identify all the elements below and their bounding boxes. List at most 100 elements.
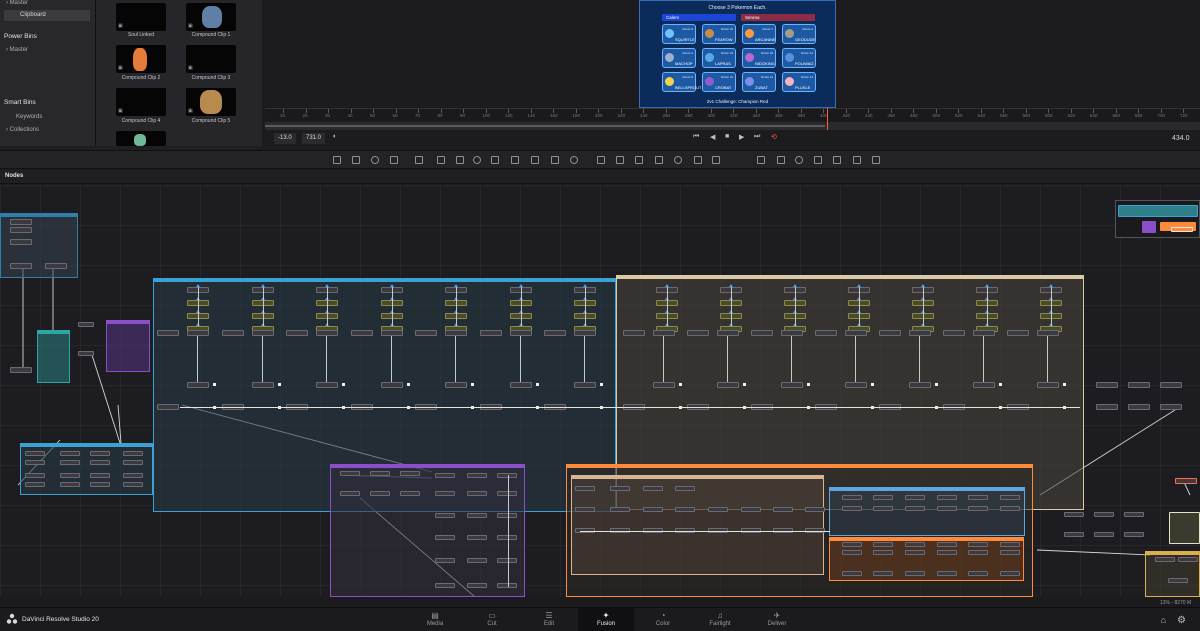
tool-node[interactable] (78, 351, 94, 356)
tool-node[interactable] (25, 482, 45, 487)
node-group-titlebar[interactable] (830, 537, 1023, 541)
paint-node[interactable] (1000, 542, 1020, 547)
paint-node[interactable] (968, 542, 988, 547)
text-node[interactable] (675, 507, 695, 512)
paint-node[interactable] (873, 495, 893, 500)
page-tab-edit[interactable]: ☰ Edit (521, 608, 577, 631)
pokemon-card[interactable]: MACHOP Route 4 (662, 48, 696, 68)
paint-node[interactable] (905, 542, 925, 547)
node-group-titlebar[interactable] (154, 278, 615, 282)
node-group-titlebar[interactable] (567, 464, 1032, 468)
merge-node[interactable] (781, 330, 803, 336)
skip-start-button[interactable]: ⏮ (693, 133, 699, 141)
pokemon-card[interactable]: ARCANINE Route 7 (742, 24, 776, 44)
merge-node[interactable] (717, 330, 739, 336)
merge-node[interactable] (845, 330, 867, 336)
sidebar-item-master[interactable]: › Master (6, 0, 28, 6)
timeline-scrubber[interactable] (265, 122, 1200, 130)
text-node[interactable] (435, 583, 455, 588)
color-node[interactable] (1000, 506, 1020, 511)
color-node[interactable] (968, 550, 988, 555)
merge-node[interactable] (937, 571, 957, 576)
tool-icon[interactable] (415, 156, 423, 164)
pokemon-card[interactable]: SQUIRTLE Route 3 (662, 24, 696, 44)
merge-node[interactable] (251, 330, 274, 336)
merge-node[interactable] (1124, 532, 1144, 537)
text-node[interactable] (400, 491, 420, 496)
merge-node[interactable] (1128, 382, 1150, 388)
merge-node[interactable] (574, 382, 596, 388)
pokemon-card[interactable]: BELLSPROUT Route 6 (662, 72, 701, 92)
merge-node[interactable] (968, 571, 988, 576)
pokemon-card[interactable]: NIDOKING Route 18 (742, 48, 776, 68)
clip-thumbnail[interactable]: ▣ (116, 3, 166, 31)
merge-node[interactable] (943, 330, 965, 336)
merge-node[interactable] (1094, 512, 1114, 517)
background-node[interactable] (675, 486, 695, 491)
text-node[interactable] (435, 491, 455, 496)
clip-thumbnail[interactable]: ▣ (186, 88, 236, 116)
pokemon-card[interactable]: CROBAT Route 10 (702, 72, 736, 92)
page-tab-cut[interactable]: ▭ Cut (464, 608, 520, 631)
merge-node[interactable] (316, 382, 338, 388)
pokemon-card[interactable]: ZUBAT Route 11 (742, 72, 776, 92)
text-node[interactable] (610, 507, 630, 512)
text-node[interactable] (467, 513, 487, 518)
merge-node[interactable] (1160, 382, 1182, 388)
text-node[interactable] (340, 471, 360, 476)
tool-icon[interactable] (511, 156, 519, 164)
step-back-button[interactable]: ◀ (710, 133, 715, 141)
merge-node[interactable] (905, 571, 925, 576)
tool-icon[interactable] (390, 156, 398, 164)
node-group[interactable] (37, 330, 70, 383)
node-group-titlebar[interactable] (107, 320, 149, 324)
tool-icon[interactable] (570, 156, 578, 164)
clip-thumbnail[interactable] (116, 131, 166, 146)
current-time-field[interactable]: 434.0 (1168, 133, 1194, 144)
tool-node[interactable] (10, 239, 32, 245)
node-group-titlebar[interactable] (1, 213, 77, 217)
pokemon-card[interactable]: PLUSLE Route 14 (782, 72, 816, 92)
color-node[interactable] (873, 550, 893, 555)
tool-node[interactable] (25, 451, 45, 456)
text-node[interactable] (497, 513, 517, 518)
tool-node[interactable] (60, 451, 80, 456)
merge-node[interactable] (286, 330, 308, 336)
merge-node[interactable] (1007, 330, 1029, 336)
merge-node[interactable] (316, 330, 338, 336)
playhead[interactable] (827, 108, 828, 130)
color-node[interactable] (937, 550, 957, 555)
color-node[interactable] (842, 550, 862, 555)
node-group-titlebar[interactable] (572, 475, 823, 479)
tool-icon[interactable] (352, 156, 360, 164)
merge-node[interactable] (842, 571, 862, 576)
color-node[interactable] (873, 506, 893, 511)
tool-icon[interactable] (795, 156, 803, 164)
merge-node[interactable] (687, 330, 709, 336)
end-time-field[interactable]: 731.0 (302, 133, 326, 144)
tool-node[interactable] (78, 322, 94, 327)
merge-node[interactable] (574, 330, 596, 336)
text-node[interactable] (773, 507, 793, 512)
merge-node[interactable] (1168, 578, 1188, 583)
paint-node[interactable] (1000, 495, 1020, 500)
tool-node[interactable] (90, 460, 110, 465)
tool-node[interactable] (10, 219, 32, 225)
merge-node[interactable] (187, 382, 209, 388)
tool-icon[interactable] (616, 156, 624, 164)
pokemon-card[interactable]: GEODUDE Route 2 (782, 24, 816, 44)
page-tab-deliver[interactable]: ✈ Deliver (749, 608, 805, 631)
tool-node[interactable] (10, 227, 32, 233)
node-group[interactable] (106, 320, 150, 372)
tool-node[interactable] (90, 451, 110, 456)
color-node[interactable] (905, 550, 925, 555)
tool-icon[interactable] (491, 156, 499, 164)
text-node[interactable] (435, 535, 455, 540)
text-node[interactable] (497, 558, 517, 563)
text-node[interactable] (435, 473, 455, 478)
text-node[interactable] (497, 535, 517, 540)
node-group-titlebar[interactable] (21, 443, 152, 447)
paint-node[interactable] (905, 495, 925, 500)
merge-node[interactable] (1037, 382, 1059, 388)
merge-node[interactable] (509, 382, 532, 388)
